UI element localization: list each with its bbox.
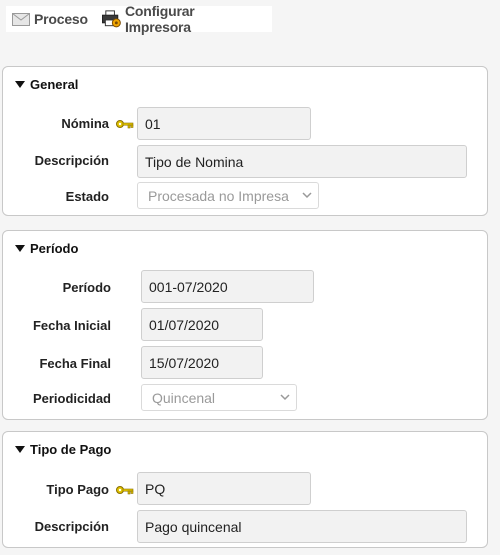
nomina-value: 01 bbox=[145, 115, 161, 132]
periodicidad-value: Quincenal bbox=[152, 389, 216, 406]
tipo-pago-descripcion-field[interactable]: Pago quincenal bbox=[137, 510, 467, 543]
periodo-panel: Período Período 001-07/2020 Fecha Inicia… bbox=[2, 230, 488, 420]
triangle-down-icon bbox=[15, 446, 25, 453]
estado-select[interactable]: Procesada no Impresa bbox=[137, 182, 319, 209]
nomina-label: Nómina bbox=[61, 116, 109, 131]
general-panel: General Nómina 01 Descripción Tipo de No… bbox=[2, 66, 488, 216]
chevron-down-icon bbox=[280, 394, 290, 401]
periodo-header[interactable]: Período bbox=[15, 241, 78, 256]
tipo-pago-header[interactable]: Tipo de Pago bbox=[15, 442, 111, 457]
triangle-down-icon bbox=[15, 81, 25, 88]
descripcion-value: Tipo de Nomina bbox=[145, 153, 244, 170]
periodo-field[interactable]: 001-07/2020 bbox=[141, 270, 314, 303]
key-icon bbox=[116, 486, 134, 495]
printer-icon bbox=[101, 10, 121, 28]
toolbar: Proceso Configurar Impresora bbox=[6, 3, 272, 35]
envelope-icon bbox=[12, 12, 30, 26]
proceso-button[interactable]: Proceso bbox=[12, 11, 88, 27]
tipo-pago-field[interactable]: PQ bbox=[137, 472, 311, 505]
periodo-label: Período bbox=[62, 280, 111, 295]
estado-value: Procesada no Impresa bbox=[148, 187, 289, 204]
fecha-final-label: Fecha Final bbox=[39, 356, 111, 371]
periodo-title: Período bbox=[30, 241, 79, 256]
configurar-impresora-button[interactable]: Configurar Impresora bbox=[101, 3, 258, 35]
triangle-down-icon bbox=[15, 245, 25, 252]
general-header[interactable]: General bbox=[15, 77, 78, 92]
tipo-pago-panel: Tipo de Pago Tipo Pago PQ Descripción Pa… bbox=[2, 431, 488, 548]
general-title: General bbox=[30, 77, 79, 92]
fecha-inicial-label: Fecha Inicial bbox=[32, 318, 111, 333]
periodo-value: 001-07/2020 bbox=[149, 278, 228, 295]
fecha-final-field[interactable]: 15/07/2020 bbox=[141, 346, 263, 379]
estado-label: Estado bbox=[65, 189, 109, 204]
descripcion-field[interactable]: Tipo de Nomina bbox=[137, 145, 467, 178]
periodicidad-select[interactable]: Quincenal bbox=[141, 384, 297, 411]
periodicidad-label: Periodicidad bbox=[32, 391, 111, 406]
descripcion-label: Descripción bbox=[34, 153, 109, 168]
nomina-field[interactable]: 01 bbox=[137, 107, 311, 140]
configurar-impresora-label: Configurar Impresora bbox=[124, 3, 195, 35]
tipo-pago-descripcion-value: Pago quincenal bbox=[145, 518, 242, 535]
tipo-pago-title: Tipo de Pago bbox=[30, 442, 112, 457]
fecha-inicial-field[interactable]: 01/07/2020 bbox=[141, 308, 263, 341]
chevron-down-icon bbox=[302, 192, 312, 199]
fecha-inicial-value: 01/07/2020 bbox=[149, 316, 220, 333]
proceso-label: Proceso bbox=[34, 11, 88, 27]
key-icon bbox=[116, 120, 134, 129]
fecha-final-value: 15/07/2020 bbox=[149, 354, 220, 371]
tipo-pago-value: PQ bbox=[145, 480, 166, 497]
tipo-pago-descripcion-label: Descripción bbox=[34, 519, 109, 534]
tipo-pago-label: Tipo Pago bbox=[46, 482, 109, 497]
